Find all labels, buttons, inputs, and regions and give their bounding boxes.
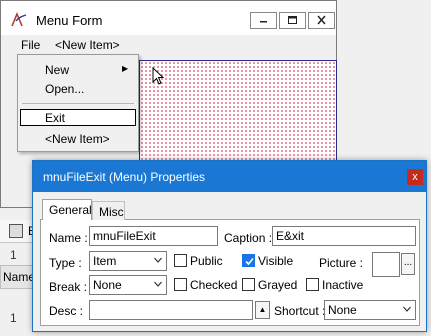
caret-up-icon: ▲ bbox=[258, 305, 267, 314]
menu-bar bbox=[1, 35, 336, 53]
form-left-strip bbox=[7, 56, 15, 206]
toolbar-icon[interactable] bbox=[9, 224, 23, 238]
tab-misc[interactable]: Misc bbox=[92, 201, 125, 220]
public-label: Public bbox=[190, 254, 223, 268]
grayed-label: Grayed bbox=[258, 278, 298, 292]
maximize-icon bbox=[288, 16, 297, 24]
visible-label: Visible bbox=[258, 254, 294, 268]
dialog-close-button[interactable]: x bbox=[407, 169, 423, 185]
window-title: Menu Form bbox=[36, 13, 103, 28]
desc-expand-button[interactable]: ▲ bbox=[255, 301, 270, 319]
minimize-button[interactable] bbox=[250, 12, 277, 29]
type-label: Type : bbox=[49, 256, 82, 270]
menu-item-new-item[interactable]: <New Item> bbox=[45, 132, 110, 146]
type-select-value: Item bbox=[93, 254, 117, 268]
desc-field[interactable] bbox=[89, 300, 253, 320]
desc-label: Desc : bbox=[49, 304, 84, 318]
public-checkbox[interactable] bbox=[174, 254, 187, 267]
mouse-cursor-icon bbox=[152, 67, 164, 85]
checked-checkbox[interactable] bbox=[174, 278, 187, 291]
app-icon bbox=[11, 12, 27, 27]
name-label: Name : bbox=[49, 231, 88, 245]
inactive-checkbox[interactable] bbox=[306, 278, 319, 291]
type-select[interactable]: Item bbox=[89, 251, 167, 271]
tab-misc-label: Misc bbox=[99, 205, 124, 219]
column-header-name: Name bbox=[3, 270, 36, 284]
break-label: Break : bbox=[49, 280, 88, 294]
checked-label: Checked bbox=[190, 278, 238, 292]
caption-field[interactable]: E&xit bbox=[272, 226, 416, 246]
grayed-checkbox[interactable] bbox=[242, 278, 255, 291]
dialog-title: mnuFileExit (Menu) Properties bbox=[43, 170, 206, 184]
file-dropdown-menu: New ▶ Open... Exit <New Item> bbox=[17, 54, 139, 152]
chevron-down-icon bbox=[154, 257, 162, 263]
close-icon bbox=[317, 15, 326, 25]
menu-file[interactable]: File bbox=[21, 38, 40, 52]
picture-browse-label: ... bbox=[403, 257, 413, 268]
picture-preview[interactable] bbox=[372, 252, 400, 277]
chevron-down-icon bbox=[154, 281, 162, 287]
close-icon: x bbox=[412, 171, 418, 183]
visible-checkbox[interactable] bbox=[242, 254, 255, 267]
tab-general[interactable]: General bbox=[42, 199, 92, 220]
picture-label: Picture : bbox=[319, 256, 364, 270]
row-number: 1 bbox=[10, 248, 17, 262]
picture-browse-button[interactable]: ... bbox=[401, 253, 415, 275]
shortcut-select[interactable]: None bbox=[324, 300, 416, 320]
maximize-button[interactable] bbox=[279, 12, 306, 29]
chevron-down-icon bbox=[403, 306, 411, 312]
menu-item-open[interactable]: Open... bbox=[45, 82, 84, 96]
inactive-label: Inactive bbox=[322, 278, 364, 292]
row-number: 1 bbox=[10, 311, 17, 325]
menu-item-exit-highlight[interactable] bbox=[20, 109, 136, 126]
properties-dialog: mnuFileExit (Menu) Properties x General … bbox=[32, 160, 427, 332]
name-field[interactable]: mnuFileExit bbox=[89, 226, 218, 246]
break-select[interactable]: None bbox=[89, 275, 167, 295]
menu-item-new[interactable]: New bbox=[45, 63, 69, 77]
menu-item-exit[interactable]: Exit bbox=[45, 111, 65, 125]
tab-general-label: General bbox=[49, 203, 92, 217]
shortcut-label: Shortcut : bbox=[274, 304, 326, 318]
caption-label: Caption : bbox=[224, 231, 273, 245]
checkmark-icon bbox=[245, 257, 254, 266]
submenu-arrow-icon: ▶ bbox=[122, 64, 129, 73]
minimize-icon bbox=[260, 21, 267, 23]
menu-new-item[interactable]: <New Item> bbox=[55, 38, 120, 52]
shortcut-select-value: None bbox=[328, 303, 357, 317]
break-select-value: None bbox=[93, 278, 122, 292]
close-button[interactable] bbox=[308, 12, 335, 29]
menu-separator bbox=[22, 103, 134, 104]
